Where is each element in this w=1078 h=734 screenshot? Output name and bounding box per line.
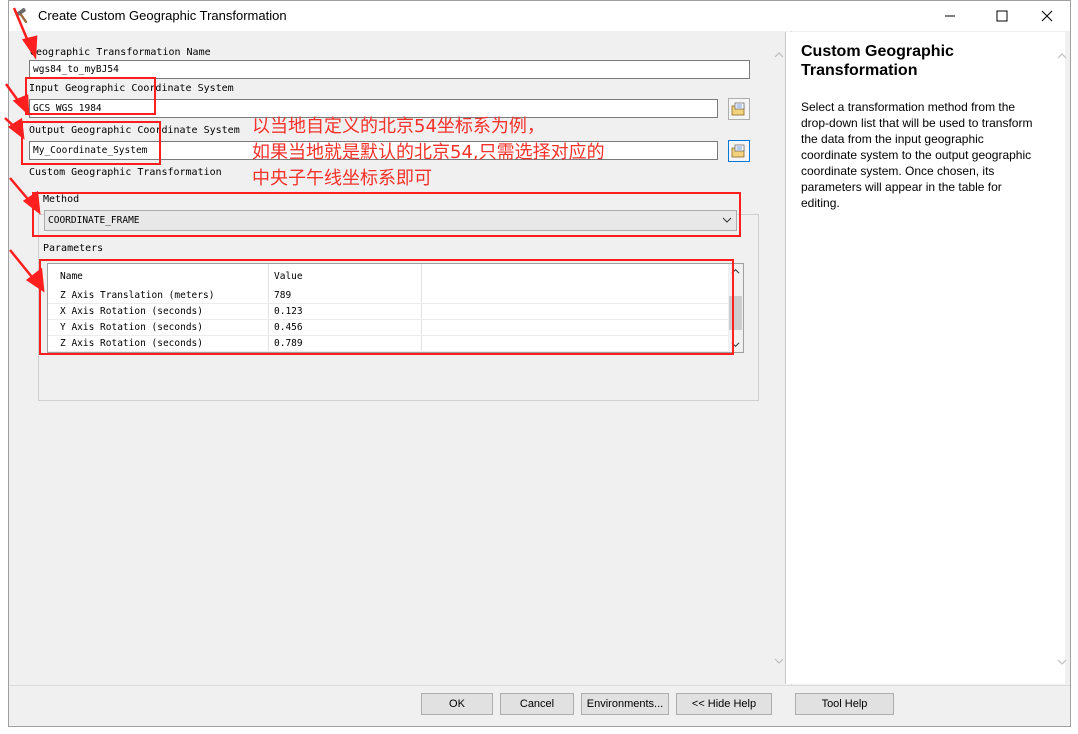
minimize-icon xyxy=(945,15,955,17)
close-icon xyxy=(1041,10,1053,22)
method-selected-value: COORDINATE_FRAME xyxy=(48,215,140,226)
table-row[interactable]: X Axis Rotation (seconds) 0.123 xyxy=(48,304,732,320)
parameter-value-cell[interactable]: 789 xyxy=(274,290,291,301)
method-dropdown[interactable]: COORDINATE_FRAME xyxy=(44,210,737,231)
annotation-line-2: 如果当地就是默认的北京54,只需选择对应的 xyxy=(252,142,605,163)
table-row[interactable]: Z Axis Translation (meters) 789 xyxy=(48,288,732,304)
parameters-table-scrollbar[interactable] xyxy=(728,264,743,352)
input-gcs-label: Input Geographic Coordinate System xyxy=(29,83,234,94)
output-gcs-browse-button[interactable] xyxy=(728,140,750,162)
tool-help-button[interactable]: Tool Help xyxy=(795,693,894,715)
transformation-name-input[interactable]: wgs84_to_myBJ54 xyxy=(29,60,750,79)
cancel-button[interactable]: Cancel xyxy=(500,693,574,715)
input-gcs-browse-button[interactable] xyxy=(728,98,750,120)
window-title: Create Custom Geographic Transformation xyxy=(38,8,287,23)
parameters-label: Parameters xyxy=(43,243,104,254)
method-label: Method xyxy=(43,194,80,205)
maximize-button[interactable] xyxy=(979,1,1025,31)
table-row[interactable]: Y Axis Rotation (seconds) 0.456 xyxy=(48,320,732,336)
annotation-line-3: 中央子午线坐标系即可 xyxy=(252,168,432,189)
environments-button[interactable]: Environments... xyxy=(581,693,669,715)
annotation-text: 以当地自定义的北京54坐标系为例， 如果当地就是默认的北京54,只需选择对应的 … xyxy=(252,114,692,192)
parameter-value-cell[interactable]: 0.123 xyxy=(274,306,303,317)
chevron-down-icon xyxy=(722,217,732,223)
column-header-value: Value xyxy=(274,271,303,282)
help-panel: Custom Geographic Transformation Select … xyxy=(785,32,1066,684)
folder-browse-icon xyxy=(731,102,745,116)
hide-help-button[interactable]: << Hide Help xyxy=(676,693,772,715)
minimize-button[interactable] xyxy=(927,1,973,31)
panel-scroll-down-icon[interactable] xyxy=(771,653,786,668)
title-bar: Create Custom Geographic Transformation xyxy=(9,1,1070,31)
help-body: Select a transformation method from the … xyxy=(801,100,1033,210)
scrollbar-thumb[interactable] xyxy=(729,296,742,330)
annotation-line-1: 以当地自定义的北京54坐标系为例， xyxy=(252,116,545,137)
dialog-window: Create Custom Geographic Transformation … xyxy=(8,0,1071,727)
output-gcs-label: Output Geographic Coordinate System xyxy=(29,125,240,136)
parameter-name-cell: Z Axis Translation (meters) xyxy=(60,290,215,301)
parameter-name-cell: X Axis Rotation (seconds) xyxy=(60,306,203,317)
transformation-name-label: Geographic Transformation Name xyxy=(30,47,211,58)
scroll-down-icon[interactable] xyxy=(728,337,743,352)
custom-transformation-label: Custom Geographic Transformation xyxy=(29,167,222,178)
ok-button[interactable]: OK xyxy=(421,693,493,715)
scroll-up-icon[interactable] xyxy=(728,264,743,279)
parameter-name-cell: Z Axis Rotation (seconds) xyxy=(60,338,203,349)
folder-browse-icon xyxy=(731,144,745,158)
maximize-icon xyxy=(996,10,1008,22)
parameters-table: Name Value Z Axis Translation (meters) 7… xyxy=(47,263,744,353)
help-scroll-down-icon[interactable] xyxy=(1054,654,1069,669)
column-header-name: Name xyxy=(60,271,83,282)
close-button[interactable] xyxy=(1024,1,1070,31)
help-scroll-up-icon[interactable] xyxy=(1054,48,1069,63)
hammer-icon xyxy=(15,7,33,25)
table-row[interactable]: Z Axis Rotation (seconds) 0.789 xyxy=(48,336,732,352)
panel-scroll-up-icon[interactable] xyxy=(771,47,786,62)
parameter-name-cell: Y Axis Rotation (seconds) xyxy=(60,322,203,333)
help-title: Custom Geographic Transformation xyxy=(801,43,954,79)
parameters-table-header: Name Value xyxy=(48,264,732,288)
parameter-value-cell[interactable]: 0.789 xyxy=(274,338,303,349)
parameter-value-cell[interactable]: 0.456 xyxy=(274,322,303,333)
